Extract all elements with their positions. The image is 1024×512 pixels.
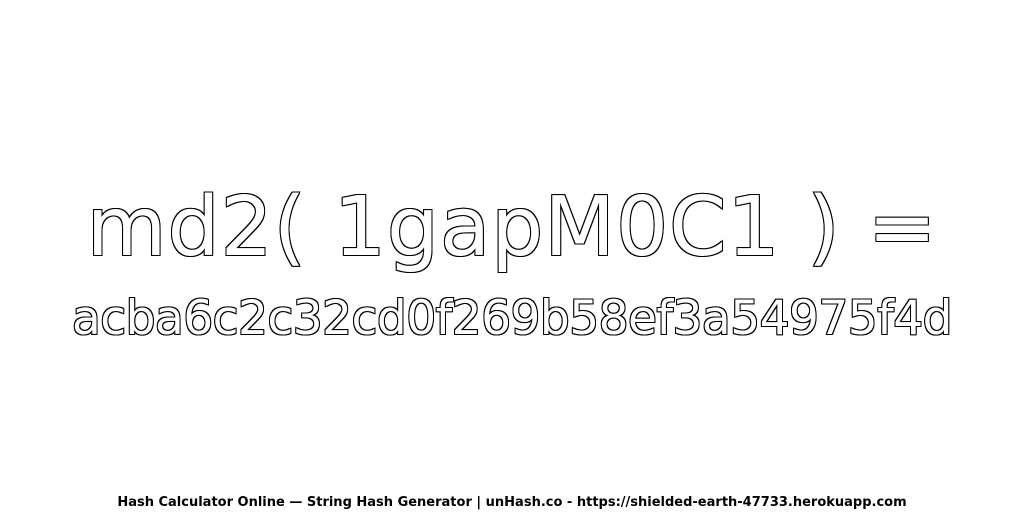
hash-result-image: md2( 1gapM0C1 ) = acba6c2c32cd0f269b58ef… [0, 0, 1024, 512]
footer-credit: Hash Calculator Online — String Hash Gen… [117, 495, 907, 510]
hash-expression: md2( 1gapM0C1 ) = [86, 179, 938, 276]
hash-value: acba6c2c32cd0f269b58ef3a54975f4d [71, 290, 954, 347]
